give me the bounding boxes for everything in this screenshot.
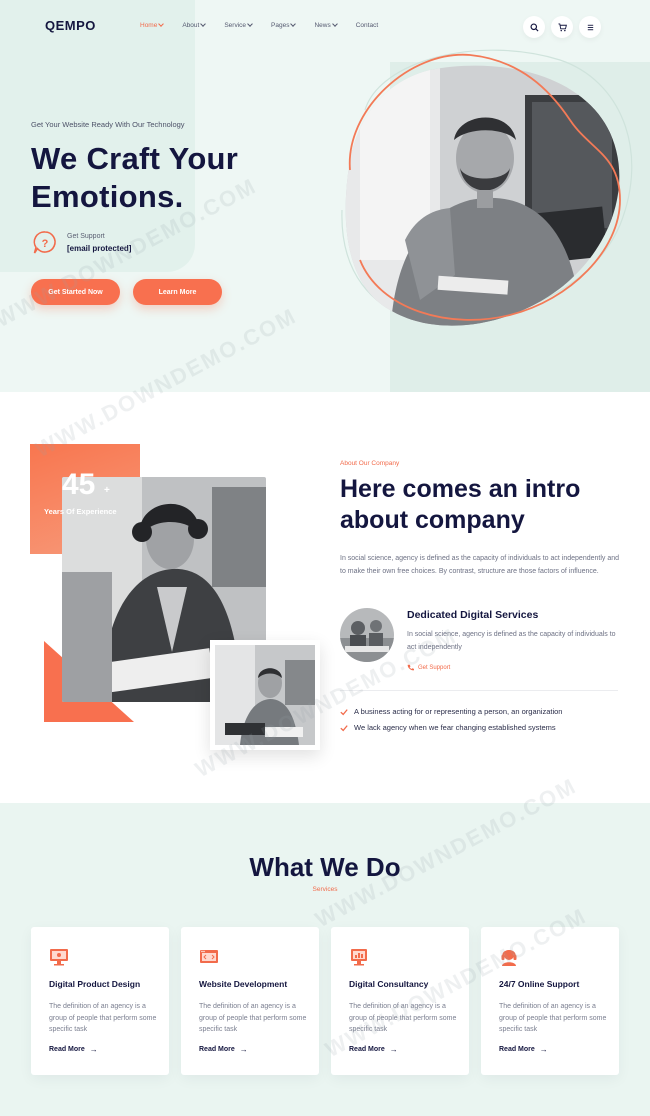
hero-image (341, 49, 633, 326)
support-label: Get Support (67, 233, 105, 240)
hero-support: ? Get Support [email protected] (31, 229, 131, 257)
check-icon (340, 724, 348, 731)
nav-item-service[interactable]: Service (224, 21, 253, 29)
arrow-right-icon: → (89, 1045, 98, 1054)
learn-more-button[interactable]: Learn More (133, 279, 222, 305)
main-nav: Home About Service Pages News Contact (140, 21, 397, 29)
arrow-right-icon: → (239, 1045, 248, 1054)
chevron-down-icon (158, 21, 165, 27)
nav-item-news[interactable]: News (314, 21, 338, 29)
read-more-link[interactable]: Read More → (49, 1045, 98, 1054)
nav-item-pages[interactable]: Pages (271, 21, 297, 29)
about-title: Here comes an intro about company (340, 475, 581, 534)
nav-actions (523, 16, 607, 38)
nav-item-about[interactable]: About (182, 21, 207, 29)
logo[interactable]: QEMPO (45, 18, 96, 33)
browser-code-icon (200, 950, 218, 963)
service-card-consultancy[interactable]: Digital Consultancy The definition of an… (331, 927, 469, 1075)
chevron-down-icon (247, 21, 253, 27)
support-email[interactable]: [email protected] (67, 244, 131, 253)
get-support-link[interactable]: Get Support (407, 664, 450, 671)
experience-number: 45 (62, 468, 96, 501)
check-icon (340, 708, 348, 715)
about-checklist: A business acting for or representing a … (340, 707, 562, 739)
card-description: The definition of an agency is a group o… (199, 1003, 307, 1033)
menu-icon (587, 24, 593, 30)
search-icon (529, 22, 539, 32)
cart-button[interactable] (551, 16, 573, 38)
card-description: The definition of an agency is a group o… (499, 1003, 607, 1033)
read-more-link[interactable]: Read More → (499, 1045, 548, 1054)
get-started-button[interactable]: Get Started Now (31, 279, 120, 305)
chevron-down-icon (200, 21, 207, 27)
experience-label: Years Of Experience (44, 507, 117, 516)
service-title: Dedicated Digital Services (407, 609, 539, 621)
phone-icon (407, 664, 414, 671)
card-title: Website Development (199, 979, 288, 989)
arrow-right-icon: → (389, 1045, 398, 1054)
chevron-down-icon (290, 21, 297, 27)
experience-plus: + (104, 485, 110, 496)
search-button[interactable] (523, 16, 545, 38)
about-secondary-image (210, 640, 320, 750)
read-more-link[interactable]: Read More → (349, 1045, 398, 1054)
checklist-item: We lack agency when we fear changing est… (340, 723, 562, 732)
services-section: What We Do Services Digital Product Desi… (0, 803, 650, 1116)
about-description: In social science, agency is defined as … (340, 555, 620, 575)
nav-item-home[interactable]: Home (140, 21, 165, 29)
service-thumbnail (340, 608, 394, 662)
about-secondary-photo (215, 645, 315, 745)
about-divider (340, 690, 618, 691)
read-more-link[interactable]: Read More → (199, 1045, 248, 1054)
nav-item-contact[interactable]: Contact (356, 22, 378, 29)
card-description: The definition of an agency is a group o… (49, 1003, 157, 1033)
services-subheading: Services (312, 886, 338, 893)
service-card-online-support[interactable]: 24/7 Online Support The definition of an… (481, 927, 619, 1075)
support-text: Get Support [email protected] (67, 233, 131, 253)
service-description: In social science, agency is defined as … (407, 631, 616, 651)
card-title: Digital Product Design (49, 979, 141, 989)
hero-tagline: Get Your Website Ready With Our Technolo… (31, 120, 185, 129)
support-chat-icon: ? (33, 231, 56, 254)
service-card-web-development[interactable]: Website Development The definition of an… (181, 927, 319, 1075)
svg-text:?: ? (42, 238, 49, 250)
arrow-right-icon: → (539, 1045, 548, 1054)
hero-title: We Craft Your Emotions. (31, 141, 239, 214)
cart-icon (557, 22, 567, 31)
about-tag: About Our Company (340, 460, 400, 467)
chevron-down-icon (331, 21, 338, 27)
headset-icon (501, 949, 517, 966)
monitor-icon (50, 949, 68, 966)
checklist-item: A business acting for or representing a … (340, 707, 562, 716)
consultancy-screen-icon (351, 949, 367, 966)
hero-section: QEMPO Home About Service Pages News Cont… (0, 0, 650, 392)
service-card-product-design[interactable]: Digital Product Design The definition of… (31, 927, 169, 1075)
menu-button[interactable] (579, 16, 601, 38)
card-title: 24/7 Online Support (499, 979, 580, 989)
card-description: The definition of an agency is a group o… (349, 1003, 457, 1033)
services-heading: What We Do (249, 852, 401, 882)
card-title: Digital Consultancy (349, 979, 429, 989)
